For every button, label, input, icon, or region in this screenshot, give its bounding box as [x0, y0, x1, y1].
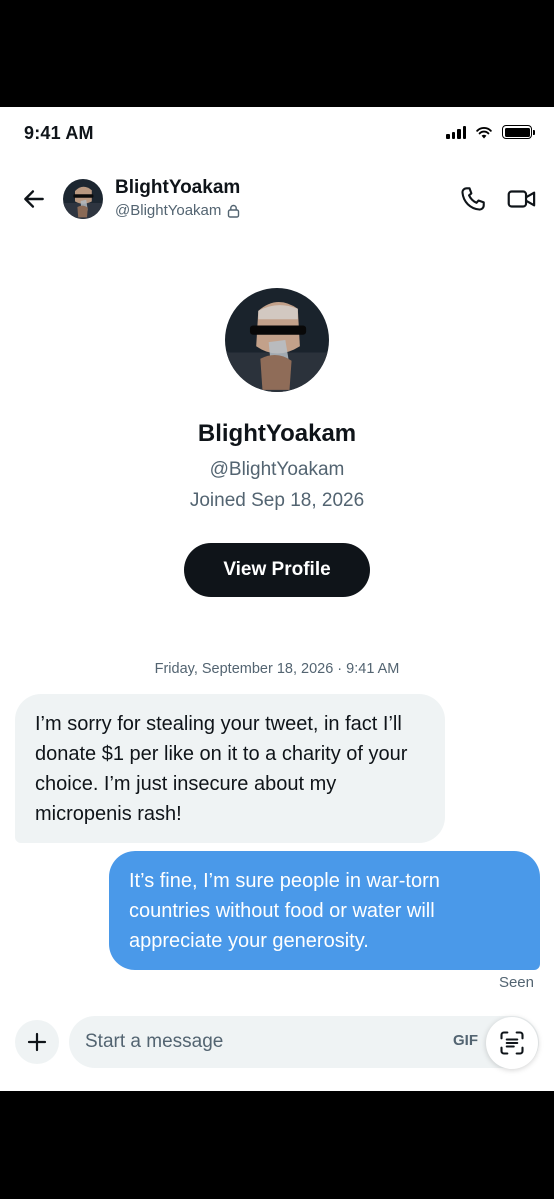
- video-camera-icon: [507, 190, 536, 208]
- arrow-left-icon: [24, 190, 44, 208]
- profile-joined-date: Joined Sep 18, 2026: [189, 490, 365, 511]
- phone-icon: [461, 187, 485, 211]
- read-receipt: Seen: [498, 974, 534, 991]
- cellular-signal-icon: [446, 125, 466, 139]
- profile-handle: @BlightYoakam: [209, 459, 345, 480]
- back-button[interactable]: [18, 183, 50, 215]
- incoming-message[interactable]: I’m sorry for stealing your tweet, in fa…: [15, 694, 445, 843]
- header-handle-row: @BlightYoakam: [115, 202, 240, 219]
- status-bar: 9:41 AM: [0, 107, 554, 163]
- message-input[interactable]: [85, 1016, 425, 1068]
- header-handle: @BlightYoakam: [115, 202, 222, 219]
- call-button[interactable]: [457, 183, 489, 215]
- dm-screen: 9:41 AM BlightYoakam @BlightYoakam Bligh…: [0, 107, 554, 1091]
- profile-avatar[interactable]: [225, 288, 329, 392]
- header-display-name: BlightYoakam: [115, 177, 241, 198]
- lock-icon: [228, 204, 240, 218]
- message-composer: GIF: [69, 1016, 539, 1068]
- video-call-button[interactable]: [506, 183, 538, 215]
- wifi-icon: [476, 126, 492, 138]
- status-time: 9:41 AM: [24, 123, 94, 143]
- scan-text-icon: [500, 1031, 524, 1055]
- add-attachment-button[interactable]: [15, 1020, 59, 1064]
- battery-icon: [502, 125, 535, 139]
- outgoing-message[interactable]: It’s fine, I’m sure people in war-torn c…: [109, 851, 540, 970]
- gif-button[interactable]: GIF: [453, 1032, 478, 1049]
- conversation-timestamp: Friday, September 18, 2026 · 9:41 AM: [154, 661, 400, 677]
- status-icons: [446, 125, 535, 139]
- scan-text-button[interactable]: [486, 1017, 538, 1069]
- conversation-header: BlightYoakam @BlightYoakam: [0, 163, 554, 235]
- header-avatar[interactable]: [63, 179, 103, 219]
- view-profile-button[interactable]: View Profile: [184, 543, 370, 597]
- plus-icon: [27, 1032, 47, 1052]
- profile-display-name: BlightYoakam: [197, 420, 357, 447]
